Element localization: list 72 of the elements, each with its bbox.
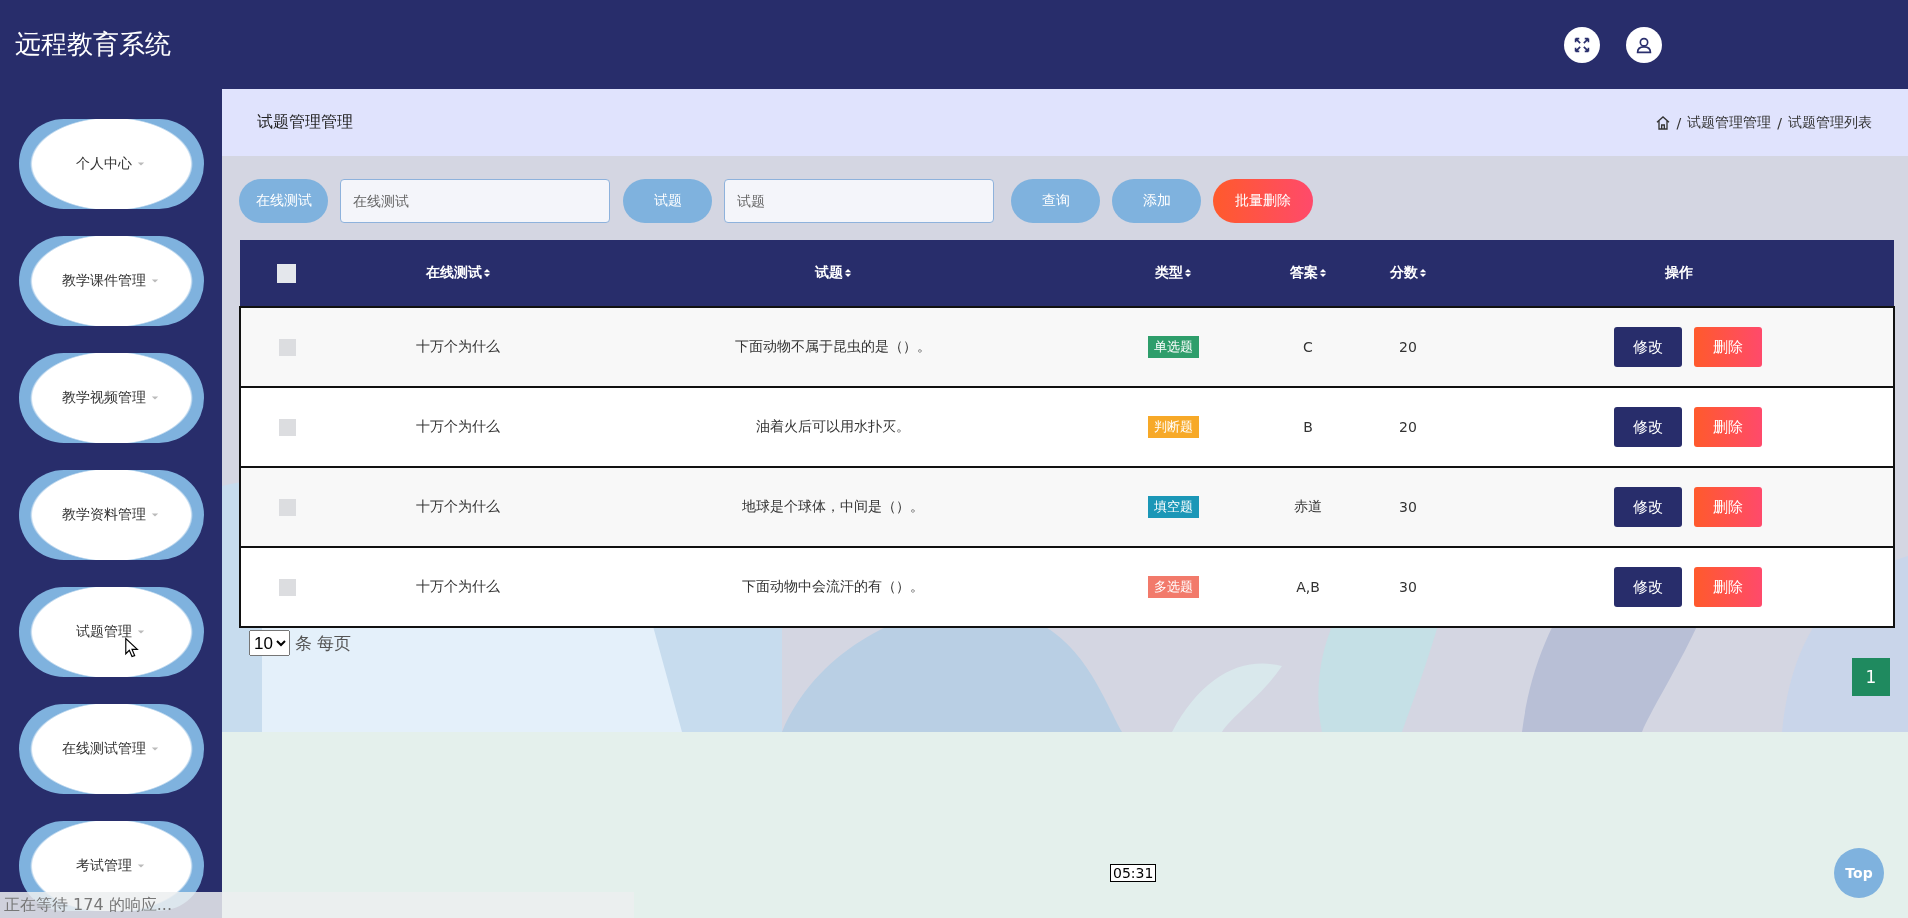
table-cell: 30: [1399, 579, 1417, 595]
field-label: 在线测试: [239, 179, 328, 223]
sort-icon[interactable]: [1318, 268, 1327, 278]
table-cell: B: [1303, 419, 1313, 435]
breadcrumb-link[interactable]: 试题管理管理: [1687, 113, 1772, 132]
time-tooltip: 05:31: [1110, 864, 1157, 882]
table-cell: 下面动物中会流汗的有（）。: [742, 578, 924, 594]
app-title: 远程教育系统: [15, 28, 171, 61]
sidebar-item[interactable]: 教学视频管理: [18, 353, 204, 443]
row-checkbox[interactable]: [278, 578, 296, 596]
table-cell: C: [1303, 339, 1313, 355]
column-header[interactable]: 试题: [814, 264, 843, 282]
caret-icon: [150, 394, 160, 402]
table-cell: 十万个为什么: [416, 498, 500, 514]
field-label: 试题: [623, 179, 712, 223]
edit-button[interactable]: 修改: [1614, 567, 1682, 607]
column-header: 操作: [1664, 264, 1693, 282]
sidebar-item[interactable]: 个人中心: [18, 119, 204, 209]
sidebar-item[interactable]: 教学课件管理: [18, 236, 204, 326]
search-field[interactable]: 试题: [724, 179, 994, 223]
sidebar-item[interactable]: 教学资料管理: [18, 470, 204, 560]
page-size-label: 条 每页: [295, 631, 352, 655]
column-header[interactable]: 分数: [1389, 264, 1418, 282]
edit-button[interactable]: 修改: [1614, 407, 1682, 447]
table-cell: 20: [1399, 419, 1417, 435]
type-tag: 多选题: [1147, 576, 1199, 598]
column-header[interactable]: 答案: [1289, 264, 1318, 282]
page-button[interactable]: 1: [1852, 658, 1890, 696]
page-size-select[interactable]: 10: [249, 630, 290, 656]
breadcrumb-separator: /: [1777, 114, 1782, 131]
caret-icon: [150, 277, 160, 285]
row-checkbox[interactable]: [278, 338, 296, 356]
cursor-icon: [123, 637, 140, 659]
type-tag: 判断题: [1147, 416, 1199, 438]
breadcrumb-link[interactable]: 试题管理列表: [1788, 113, 1872, 132]
caret-icon: [136, 862, 146, 870]
status-bar: 正在等待 174 的响应...: [0, 892, 634, 918]
type-tag: 填空题: [1147, 496, 1199, 518]
table-cell: 十万个为什么: [416, 338, 500, 354]
sidebar-item[interactable]: 试题管理: [18, 587, 204, 677]
table-cell: 30: [1399, 499, 1417, 515]
row-checkbox[interactable]: [278, 418, 296, 436]
edit-button[interactable]: 修改: [1614, 487, 1682, 527]
table-cell: A,B: [1296, 579, 1320, 595]
table-cell: 赤道: [1294, 498, 1322, 514]
sort-icon[interactable]: [1418, 268, 1427, 278]
home-icon[interactable]: [1654, 114, 1671, 131]
select-all-checkbox[interactable]: [277, 263, 296, 283]
type-tag: 单选题: [1147, 336, 1199, 358]
column-header[interactable]: 在线测试: [425, 264, 482, 282]
caret-icon: [150, 745, 160, 753]
table-cell: 十万个为什么: [416, 578, 500, 594]
caret-icon: [150, 511, 160, 519]
sort-icon[interactable]: [843, 268, 852, 278]
edit-button[interactable]: 修改: [1614, 327, 1682, 367]
table-cell: 十万个为什么: [416, 418, 500, 434]
column-header[interactable]: 类型: [1154, 264, 1183, 282]
table-cell: 下面动物不属于昆虫的是（）。: [735, 338, 931, 354]
page-title: 试题管理管理: [257, 112, 353, 133]
sort-icon[interactable]: [482, 268, 491, 278]
breadcrumb-separator: /: [1676, 114, 1682, 131]
row-checkbox[interactable]: [278, 498, 296, 516]
table-cell: 20: [1399, 339, 1417, 355]
sort-icon[interactable]: [1183, 268, 1192, 278]
caret-icon: [136, 628, 146, 636]
table-cell: 地球是个球体，中间是（）。: [742, 498, 924, 514]
table-cell: 油着火后可以用水扑灭。: [756, 418, 910, 434]
fullscreen-button[interactable]: [1564, 26, 1600, 63]
sidebar-item[interactable]: 在线测试管理: [18, 704, 204, 794]
user-button[interactable]: [1626, 26, 1662, 63]
search-field[interactable]: 在线测试: [340, 179, 610, 223]
caret-icon: [136, 160, 146, 168]
